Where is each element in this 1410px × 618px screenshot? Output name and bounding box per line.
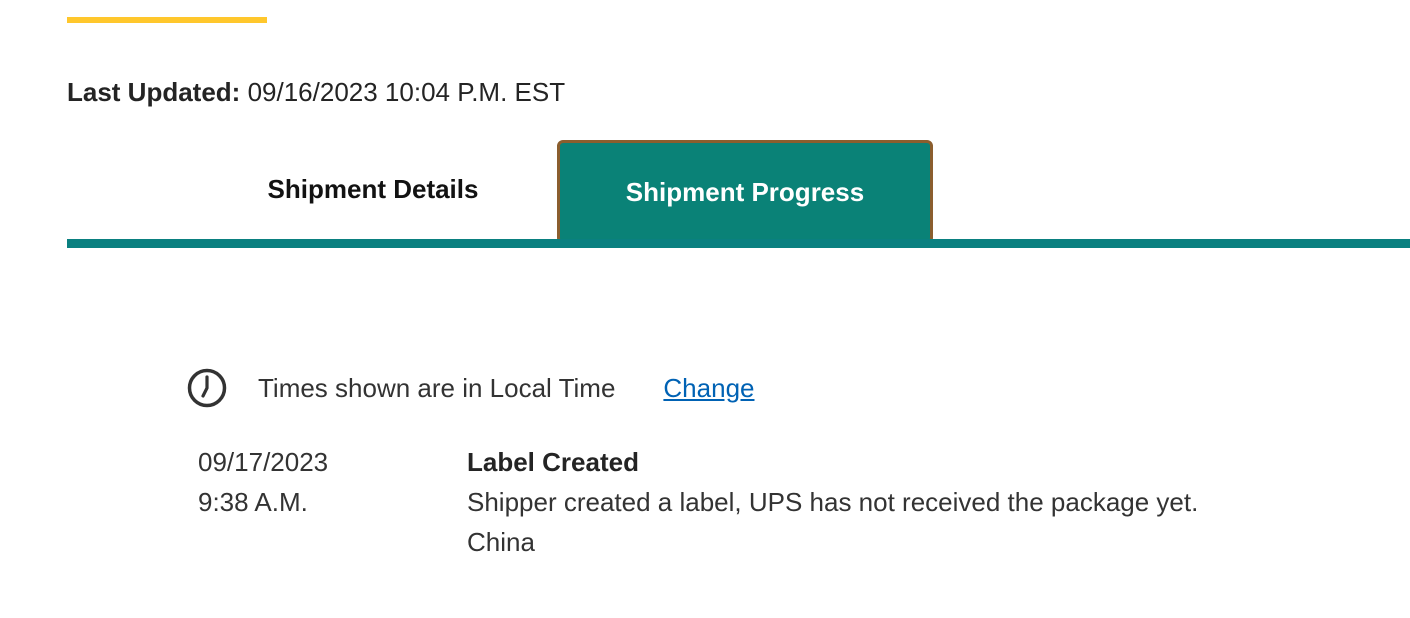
timezone-text: Times shown are in Local Time xyxy=(258,372,616,403)
last-updated-value: 09/16/2023 10:04 P.M. EST xyxy=(247,77,566,107)
event-time: 9:38 A.M. xyxy=(198,487,308,517)
event-description: Shipper created a label, UPS has not rec… xyxy=(467,487,1199,517)
event-detail: Label Created Shipper created a label, U… xyxy=(467,442,1198,562)
tab-shipment-details[interactable]: Shipment Details xyxy=(236,150,510,228)
event-location: China xyxy=(467,527,535,557)
clock-icon xyxy=(186,367,228,409)
timezone-row: Times shown are in Local Time Change xyxy=(186,368,754,408)
event-date: 09/17/2023 xyxy=(198,447,329,477)
tab-shipment-progress-label: Shipment Progress xyxy=(625,176,865,207)
tab-underline xyxy=(67,239,1410,248)
last-updated: Last Updated: 09/16/2023 10:04 P.M. EST xyxy=(67,76,565,108)
accent-bar xyxy=(67,17,267,23)
change-timezone-link[interactable]: Change xyxy=(663,373,754,404)
event-status: Label Created xyxy=(467,447,639,477)
tab-shipment-progress[interactable]: Shipment Progress xyxy=(557,140,933,244)
tab-shipment-details-label: Shipment Details xyxy=(267,173,479,204)
last-updated-label: Last Updated: xyxy=(67,77,241,107)
event-datetime: 09/17/2023 9:38 A.M. xyxy=(198,442,328,522)
